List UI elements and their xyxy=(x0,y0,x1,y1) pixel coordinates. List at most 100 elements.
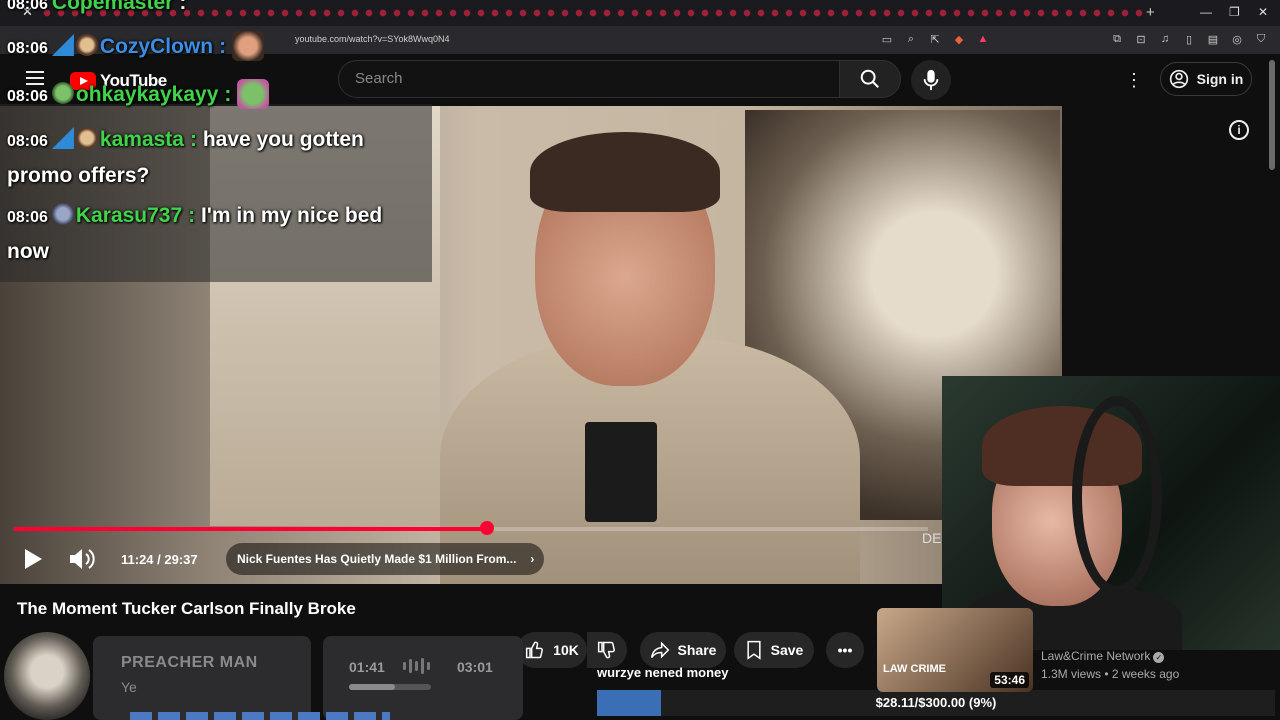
song-title: PREACHER MAN xyxy=(121,654,258,671)
recommended-channel[interactable]: Law&Crime Network ✓ xyxy=(1041,649,1165,663)
chevron-right-icon: › xyxy=(530,552,535,566)
volume-icon[interactable] xyxy=(68,547,96,571)
maximize-icon[interactable]: ❐ xyxy=(1229,5,1240,19)
thumbnail-brand: LAW CRIME xyxy=(883,663,946,675)
close-window-icon[interactable]: ✕ xyxy=(1258,5,1268,19)
donation-goal-label: $28.11/$300.00 (9%) xyxy=(875,695,997,710)
more-horizontal-icon: ••• xyxy=(837,642,853,658)
chat-message: 08:06 kamasta: have you gotten promo offe… xyxy=(7,123,427,193)
song-elapsed: 01:41 xyxy=(349,659,385,675)
verified-icon: ✓ xyxy=(1153,652,1165,663)
chat-message: 08:06 ohkaykaykayy: xyxy=(7,78,270,114)
recommended-meta: 1.3M views • 2 weeks ago xyxy=(1041,667,1180,681)
now-playing-widget: PREACHER MAN Ye 01:41 03:01 xyxy=(93,636,523,720)
dislike-button[interactable] xyxy=(587,632,627,668)
bookmark-icon xyxy=(747,640,761,660)
presenter-hair xyxy=(530,132,720,212)
media-icon[interactable]: ♫ xyxy=(1158,32,1172,46)
subscriber-badge-icon xyxy=(75,127,98,149)
chat-username: CozyClown xyxy=(99,35,214,58)
like-button[interactable]: 10K xyxy=(517,632,587,668)
wave-bar xyxy=(403,662,406,670)
chat-colon: : xyxy=(179,0,187,14)
wave-bar xyxy=(421,658,424,674)
sign-in-button[interactable]: Sign in xyxy=(1160,62,1252,96)
brave-shield-icon[interactable]: ◆ xyxy=(952,32,966,46)
settings-menu-icon[interactable]: ⋮ xyxy=(1124,68,1144,92)
seek-bar[interactable] xyxy=(14,527,928,531)
moderator-badge-icon xyxy=(51,34,74,56)
share-page-icon[interactable]: ⇱ xyxy=(928,32,942,46)
voice-search-button[interactable] xyxy=(911,60,951,100)
time-current: 11:24 xyxy=(121,552,154,567)
song-artist: Ye xyxy=(121,679,137,695)
share-button[interactable]: Share xyxy=(640,632,726,668)
vpn-icon[interactable]: ◎ xyxy=(1230,32,1244,46)
moderator-badge-icon xyxy=(51,127,74,149)
new-tab-icon[interactable]: + xyxy=(1146,4,1155,21)
song-duration: 03:01 xyxy=(457,659,493,675)
chat-username: Copemaster xyxy=(51,0,174,14)
subscriber-badge-icon xyxy=(75,34,98,56)
zoom-icon[interactable]: ⌕ xyxy=(904,32,918,46)
more-actions-button[interactable]: ••• xyxy=(826,632,864,668)
time-display: 11:24 / 29:37 xyxy=(121,552,198,567)
save-button[interactable]: Save xyxy=(734,632,814,668)
minimize-icon[interactable]: — xyxy=(1200,5,1212,19)
search-button[interactable] xyxy=(839,60,901,98)
wave-bar xyxy=(427,662,430,670)
info-icon[interactable]: i xyxy=(1229,120,1249,140)
partial-overlay-strip xyxy=(130,712,390,720)
microphone-icon xyxy=(923,69,939,91)
video-duration: 53:46 xyxy=(990,672,1029,688)
frog-badge-icon xyxy=(51,82,74,104)
face-emote-icon xyxy=(231,31,264,61)
seek-bar-played xyxy=(14,527,488,531)
address-bar-actions: ▭ ⌕ ⇱ ◆ ▲ xyxy=(880,32,990,46)
audio-wave-icon xyxy=(403,658,443,674)
shield-icon[interactable]: ⛉ xyxy=(1254,32,1268,46)
save-label: Save xyxy=(770,642,804,658)
chat-timestamp: 08:06 xyxy=(7,0,48,13)
wave-bar xyxy=(409,659,412,673)
extensions-icon[interactable]: ⧉ xyxy=(1110,32,1124,46)
share-icon xyxy=(650,641,669,659)
wallet-icon[interactable]: ▤ xyxy=(1206,32,1220,46)
overlay-tag: DE xyxy=(922,530,942,546)
thumbs-down-icon xyxy=(597,641,615,659)
time-separator: / xyxy=(153,552,165,567)
chat-message: 08:06 Karasu737: I'm in my nice bed now xyxy=(7,199,407,269)
play-icon[interactable] xyxy=(22,548,44,570)
chat-username: ohkaykaykayy xyxy=(75,83,219,106)
chat-username: kamasta xyxy=(99,128,184,151)
recommended-video-thumbnail[interactable]: LAW CRIME 53:46 xyxy=(877,608,1033,692)
brave-rewards-icon[interactable]: ▲ xyxy=(976,32,990,46)
frog-emote-icon xyxy=(237,79,270,109)
chat-timestamp: 08:06 xyxy=(7,209,48,226)
video-title: The Moment Tucker Carlson Finally Broke xyxy=(17,599,356,618)
chat-timestamp: 08:06 xyxy=(7,40,48,57)
song-progress-fill xyxy=(349,684,395,690)
share-label: Share xyxy=(677,642,717,658)
chat-message: 08:06 Copemaster: xyxy=(7,0,186,22)
like-count: 10K xyxy=(553,642,579,658)
chat-timestamp: 08:06 xyxy=(7,88,48,105)
scrollbar-thumb[interactable] xyxy=(1269,60,1275,170)
screenshot-icon[interactable]: ⊡ xyxy=(1134,32,1148,46)
chapter-button[interactable]: Nick Fuentes Has Quietly Made $1 Million… xyxy=(226,543,545,575)
browser-toolbar: ⧉ ⊡ ♫ ▯ ▤ ◎ ⛉ ≡ xyxy=(1110,32,1280,46)
sign-in-label: Sign in xyxy=(1196,71,1244,87)
screen-cast-icon[interactable]: ▭ xyxy=(880,32,894,46)
chat-timestamp: 08:06 xyxy=(7,133,48,150)
streamer-avatar xyxy=(4,632,90,720)
thumbs-up-icon xyxy=(526,641,544,659)
headphones-icon xyxy=(1072,396,1162,596)
chat-colon: : xyxy=(189,128,197,151)
donation-message: wurzye nened money xyxy=(597,665,729,680)
search-icon xyxy=(860,69,879,88)
now-playing-progress: 01:41 03:01 xyxy=(323,636,523,720)
chapter-title: Nick Fuentes Has Quietly Made $1 Million… xyxy=(237,552,517,566)
sidebar-icon[interactable]: ▯ xyxy=(1182,32,1196,46)
chat-colon: : xyxy=(188,204,196,227)
now-playing-info: PREACHER MAN Ye xyxy=(93,636,311,720)
